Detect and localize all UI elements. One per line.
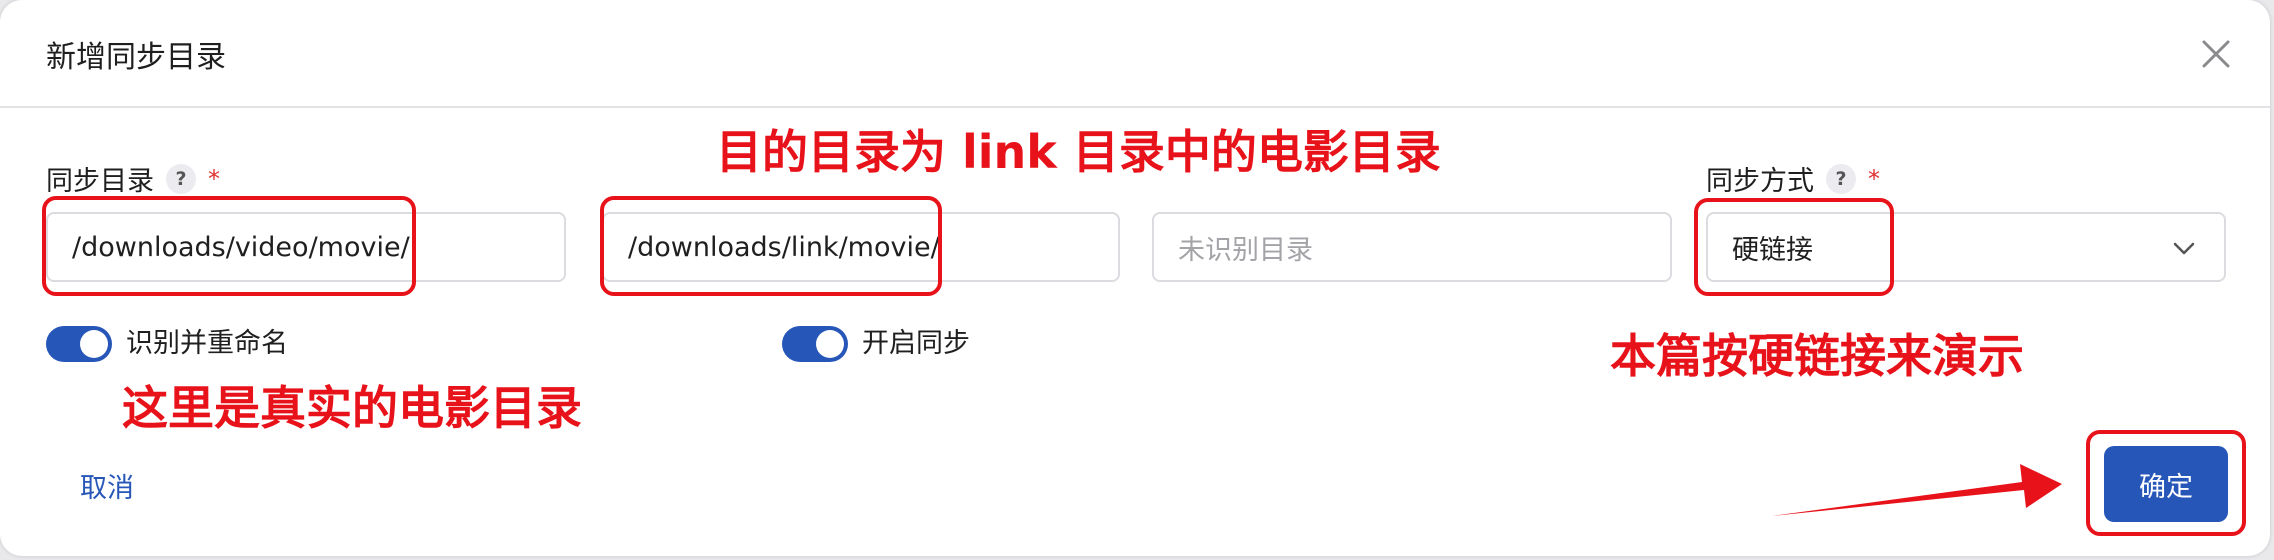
unrecognized-dir-input[interactable]: 未识别目录 [1152, 212, 1672, 282]
rename-toggle[interactable] [46, 326, 112, 362]
required-mark: * [208, 164, 220, 193]
cancel-button[interactable]: 取消 [80, 466, 134, 505]
toggle-knob [80, 330, 108, 358]
sync-dir-label-text: 同步目录 [46, 166, 154, 197]
mode-annotation-text: 本篇按硬链接来演示 [1610, 329, 2024, 383]
sync-mode-label: 同步方式 ? * [1706, 159, 1880, 198]
close-button[interactable] [2196, 34, 2236, 74]
dialog-title: 新增同步目录 [46, 40, 226, 75]
confirm-annotation-box [2086, 430, 2246, 536]
sync-dir-dialog: 新增同步目录 同步目录 ? * 同步方式 ? * /downloads/vide… [0, 0, 2270, 556]
required-mark: * [1868, 164, 1880, 193]
help-icon[interactable]: ? [1826, 163, 1856, 194]
rename-toggle-label: 识别并重命名 [126, 328, 288, 359]
sync-mode-label-text: 同步方式 [1706, 166, 1814, 197]
source-annotation-box [42, 196, 416, 296]
sync-dir-label: 同步目录 ? * [46, 159, 220, 198]
toggle-knob [816, 330, 844, 358]
header-divider [0, 106, 2270, 108]
target-annotation-box [600, 196, 942, 296]
help-icon[interactable]: ? [166, 163, 196, 194]
target-annotation-text: 目的目录为 link 目录中的电影目录 [716, 125, 1441, 179]
chevron-down-icon [2173, 242, 2195, 255]
mode-annotation-box [1694, 198, 1894, 296]
arrow-icon [1772, 464, 2062, 516]
enable-sync-toggle-label: 开启同步 [862, 328, 970, 359]
enable-sync-toggle[interactable] [782, 326, 848, 362]
close-icon [2202, 40, 2230, 68]
source-annotation-text: 这里是真实的电影目录 [122, 381, 582, 435]
